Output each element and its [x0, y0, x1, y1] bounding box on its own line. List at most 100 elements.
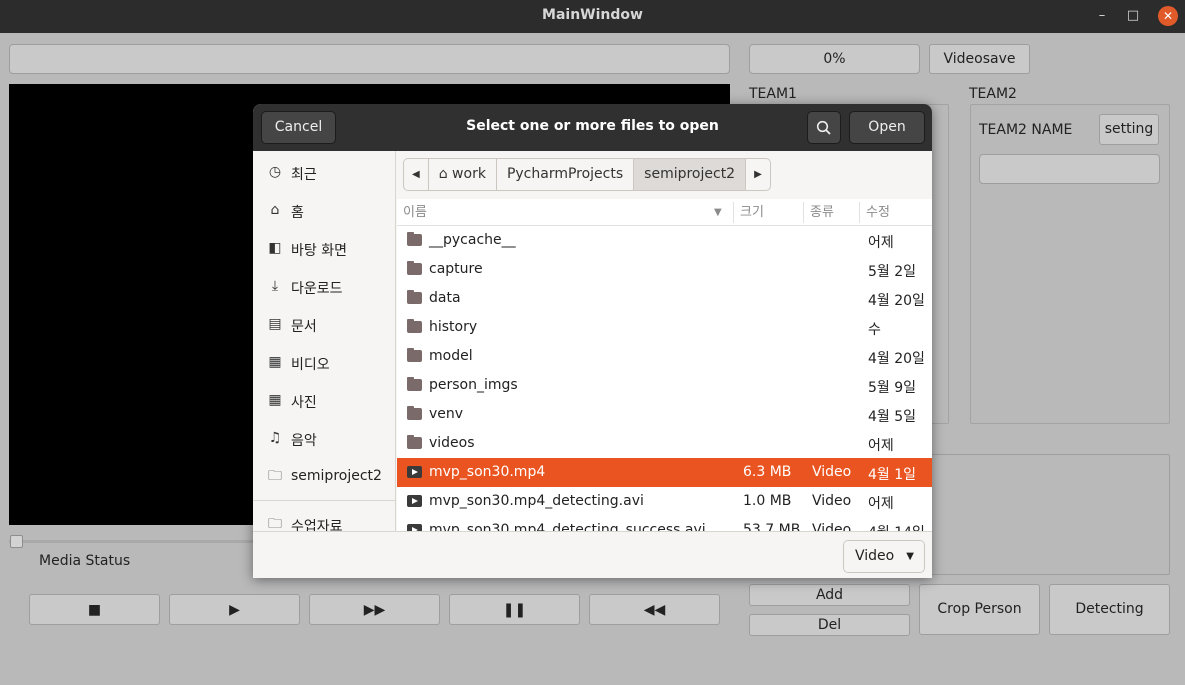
sidebar-item-label: 사진 — [291, 395, 317, 411]
seek-slider-handle[interactable] — [10, 535, 23, 548]
stop-button[interactable]: ■ — [29, 594, 160, 625]
file-size: 6.3 MB — [743, 464, 792, 480]
open-button[interactable]: Open — [849, 111, 925, 144]
file-type: Video — [812, 464, 852, 480]
home-icon: ⌂ — [438, 166, 448, 182]
file-size: 1.0 MB — [743, 493, 792, 509]
column-modified[interactable]: 수정 — [860, 199, 932, 226]
file-row[interactable]: capture 5월 2일 — [397, 255, 932, 284]
file-row[interactable]: model 4월 20일 — [397, 342, 932, 371]
sidebar-item-home[interactable]: ⌂ 홈 — [253, 192, 395, 230]
file-type-filter[interactable]: Video ▼ — [843, 540, 925, 573]
path-segment-pycharmprojects[interactable]: PycharmProjects — [497, 159, 635, 190]
file-row[interactable]: mvp_son30.mp4_detecting_success.avi 53.7 … — [397, 516, 932, 531]
sidebar-item-label: 다운로드 — [291, 281, 343, 297]
sidebar-item-semiproject2[interactable]: 🗀 semiproject2 — [253, 458, 395, 496]
search-button[interactable] — [807, 111, 841, 144]
file-name: model — [429, 348, 473, 364]
file-modified: 어제 — [868, 438, 894, 454]
window-titlebar: MainWindow – □ ✕ — [0, 0, 1185, 33]
path-forward-icon[interactable]: ▶ — [746, 159, 770, 190]
document-icon: ▤ — [268, 316, 282, 332]
rewind-button[interactable]: ◀◀ — [589, 594, 720, 625]
add-button[interactable]: Add — [749, 584, 910, 606]
file-row[interactable]: data 4월 20일 — [397, 284, 932, 313]
crop-person-button[interactable]: Crop Person — [919, 584, 1040, 635]
folder-icon: 🗀 — [268, 468, 282, 484]
file-row[interactable]: __pycache__ 어제 — [397, 226, 932, 255]
sidebar-item-recent[interactable]: ◷ 최근 — [253, 154, 395, 192]
video-file-icon — [407, 495, 422, 507]
path-back-icon[interactable]: ◀ — [404, 159, 429, 190]
team2-label: TEAM2 — [969, 86, 1017, 102]
file-row[interactable]: mvp_son30.mp4_detecting.avi 1.0 MB Video 어제 — [397, 487, 932, 516]
column-size[interactable]: 크기 — [734, 199, 803, 226]
file-row[interactable]: videos 어제 — [397, 429, 932, 458]
detecting-button[interactable]: Detecting — [1049, 584, 1170, 635]
file-type: Video — [812, 522, 852, 531]
sidebar-item-music[interactable]: ♫ 음악 — [253, 420, 395, 458]
path-segment-semiproject2[interactable]: semiproject2 — [634, 159, 747, 190]
file-name: venv — [429, 406, 464, 422]
sidebar-item-class-materials[interactable]: 🗀 수업자료 — [253, 506, 395, 531]
minimize-icon[interactable]: – — [1091, 6, 1113, 26]
path-segment-work[interactable]: ⌂ work — [429, 159, 497, 190]
sidebar-item-label: 바탕 화면 — [291, 243, 347, 259]
file-modified: 4월 1일 — [868, 467, 917, 483]
close-icon[interactable]: ✕ — [1158, 6, 1178, 26]
folder-icon — [407, 261, 422, 275]
sidebar-item-documents[interactable]: ▤ 문서 — [253, 306, 395, 344]
file-modified: 수 — [868, 322, 881, 338]
team2-group — [970, 104, 1170, 424]
sidebar-item-label: 최근 — [291, 167, 317, 183]
sort-down-icon: ▼ — [714, 207, 722, 218]
pause-button[interactable]: ❚❚ — [449, 594, 580, 625]
column-type[interactable]: 종류 — [804, 199, 859, 226]
window-title: MainWindow — [542, 7, 643, 23]
places-sidebar: ◷ 최근 ⌂ 홈 ◧ 바탕 화면 ⤓ 다운로드 ▤ 문서 ▦ 비디오 ▦ 사진 … — [253, 151, 396, 531]
sidebar-item-label: 음악 — [291, 433, 317, 449]
setting-button[interactable]: setting — [1099, 114, 1159, 145]
sidebar-item-downloads[interactable]: ⤓ 다운로드 — [253, 268, 395, 306]
file-row[interactable]: history 수 — [397, 313, 932, 342]
column-name[interactable]: 이름 ▼ — [397, 199, 733, 226]
videosave-button[interactable]: Videosave — [929, 44, 1030, 74]
progress-bar: 0% — [749, 44, 920, 74]
video-file-icon — [407, 466, 422, 478]
fast-forward-button[interactable]: ▶▶ — [309, 594, 440, 625]
file-name: videos — [429, 435, 475, 451]
team2-name-input[interactable] — [979, 154, 1160, 184]
file-type: Video — [812, 493, 852, 509]
file-modified: 4월 20일 — [868, 293, 925, 309]
del-button[interactable]: Del — [749, 614, 910, 636]
team1-label: TEAM1 — [749, 86, 797, 102]
sidebar-item-pictures[interactable]: ▦ 사진 — [253, 382, 395, 420]
sidebar-item-label: 수업자료 — [291, 519, 343, 531]
file-row[interactable]: mvp_son30.mp4 6.3 MB Video 4월 1일 — [397, 458, 932, 487]
file-row[interactable]: venv 4월 5일 — [397, 400, 932, 429]
file-name: history — [429, 319, 478, 335]
media-status-label: Media Status — [39, 553, 131, 569]
picture-icon: ▦ — [268, 392, 282, 408]
file-name: mvp_son30.mp4_detecting.avi — [429, 493, 644, 509]
sidebar-item-desktop[interactable]: ◧ 바탕 화면 — [253, 230, 395, 268]
sidebar-item-videos[interactable]: ▦ 비디오 — [253, 344, 395, 382]
music-icon: ♫ — [268, 430, 282, 446]
maximize-icon[interactable]: □ — [1122, 6, 1144, 26]
file-size: 53.7 MB — [743, 522, 801, 531]
play-button[interactable]: ▶ — [169, 594, 300, 625]
file-name: person_imgs — [429, 377, 518, 393]
file-modified: 4월 20일 — [868, 351, 925, 367]
folder-icon — [407, 319, 422, 333]
dialog-header: Cancel Select one or more files to open … — [253, 104, 932, 151]
file-name: capture — [429, 261, 483, 277]
file-list: 이름 ▼ 크기 종류 수정 __pycache__ 어제 capture 5월 2일 d… — [397, 199, 932, 531]
sidebar-item-label: semiproject2 — [291, 468, 382, 484]
file-name: __pycache__ — [429, 232, 516, 248]
file-path-input[interactable] — [9, 44, 730, 74]
file-modified: 어제 — [868, 496, 894, 512]
folder-icon: 🗀 — [268, 516, 282, 531]
dialog-footer: Video ▼ — [253, 531, 932, 578]
file-row[interactable]: person_imgs 5월 9일 — [397, 371, 932, 400]
file-modified: 5월 2일 — [868, 264, 917, 280]
